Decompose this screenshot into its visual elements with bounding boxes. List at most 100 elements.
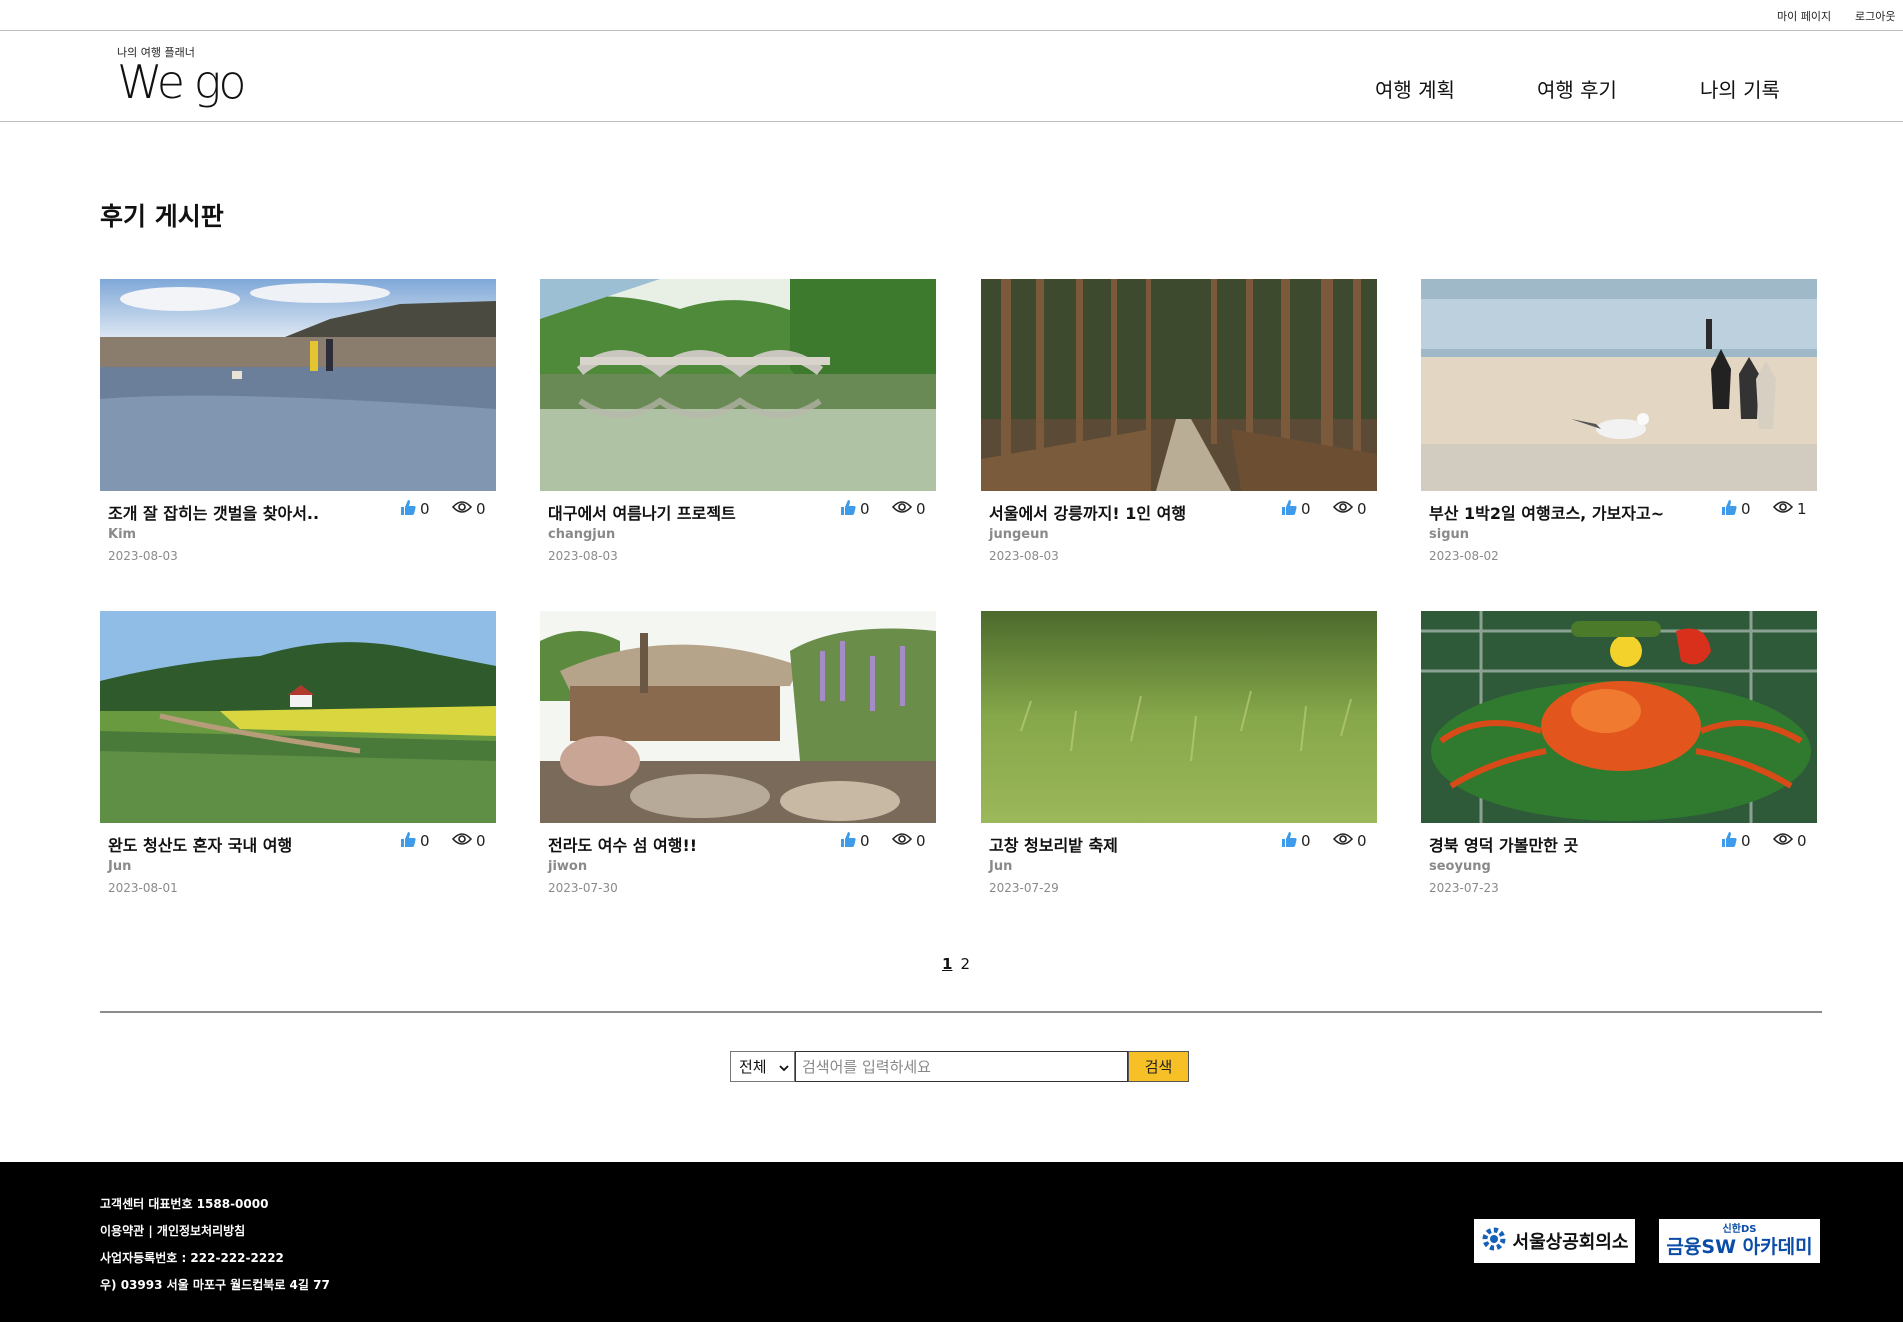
post-thumbnail[interactable]: [540, 279, 936, 491]
gear-icon: [1481, 1226, 1507, 1256]
post-date: 2023-08-01: [108, 881, 178, 895]
post-title[interactable]: 전라도 여수 섬 여행!!: [548, 832, 697, 856]
like-count[interactable]: 0: [1281, 499, 1311, 519]
eye-icon: [1332, 832, 1354, 850]
like-count-value: 0: [420, 500, 430, 518]
post-thumbnail[interactable]: [1421, 611, 1817, 823]
view-count: 0: [451, 831, 486, 851]
post-card[interactable]: 서울에서 강릉까지! 1인 여행 0 0 jungeun 2023-08-03: [981, 279, 1377, 579]
academy-name-text: 금융SW 아카데미: [1666, 1236, 1813, 1258]
eye-icon: [891, 832, 913, 850]
search-bar: 전체 검색어를 입력하세요 검색: [730, 1051, 1189, 1082]
like-count[interactable]: 0: [840, 499, 870, 519]
page-link-current[interactable]: 1: [942, 955, 952, 973]
logout-link[interactable]: 로그아웃: [1855, 8, 1895, 24]
post-thumbnail[interactable]: [540, 611, 936, 823]
chevron-down-icon: [779, 1058, 789, 1076]
post-title[interactable]: 고창 청보리밭 축제: [989, 832, 1118, 856]
post-author: jiwon: [548, 859, 588, 874]
post-card[interactable]: 완도 청산도 혼자 국내 여행 0 0 Jun 2023-08-01: [100, 611, 496, 911]
section-divider: [100, 1011, 1822, 1013]
post-title[interactable]: 서울에서 강릉까지! 1인 여행: [989, 500, 1186, 524]
page-link[interactable]: 2: [960, 955, 970, 973]
post-title[interactable]: 부산 1박2일 여행코스, 가보자고~: [1429, 500, 1664, 524]
post-card[interactable]: 부산 1박2일 여행코스, 가보자고~ 0 1 sigun 2023-08-02: [1421, 279, 1817, 579]
view-count-value: 0: [916, 500, 926, 518]
nav-travel-review[interactable]: 여행 후기: [1537, 74, 1617, 103]
view-count-value: 0: [1797, 832, 1807, 850]
post-card[interactable]: 조개 잘 잡히는 갯벌을 찾아서.. 0 0 Kim 2023-08-03: [100, 279, 496, 579]
post-card[interactable]: 고창 청보리밭 축제 0 0 Jun 2023-07-29: [981, 611, 1377, 911]
eye-icon: [1772, 500, 1794, 518]
view-count-value: 1: [1797, 500, 1807, 518]
post-author: sigun: [1429, 527, 1470, 542]
post-date: 2023-07-23: [1429, 881, 1499, 895]
eye-icon: [451, 832, 473, 850]
post-card[interactable]: 경북 영덕 가볼만한 곳 0 0 seoyung 2023-07-23: [1421, 611, 1817, 911]
view-count-value: 0: [1357, 500, 1367, 518]
like-count[interactable]: 0: [1721, 831, 1751, 851]
post-thumbnail[interactable]: [100, 279, 496, 491]
footer-customer-center: 고객센터 대표번호 1588-0000: [100, 1197, 269, 1211]
eye-icon: [891, 500, 913, 518]
search-scope-value: 전체: [739, 1058, 767, 1076]
view-count: 0: [891, 831, 926, 851]
view-count-value: 0: [476, 832, 486, 850]
thumbs-up-icon: [1281, 499, 1297, 520]
site-header: 나의 여행 플래너 We go 여행 계획 여행 후기 나의 기록: [0, 31, 1903, 122]
post-thumbnail[interactable]: [100, 611, 496, 823]
like-count[interactable]: 0: [840, 831, 870, 851]
view-count: 0: [1332, 831, 1367, 851]
like-count[interactable]: 0: [1281, 831, 1311, 851]
like-count-value: 0: [1741, 500, 1751, 518]
post-thumbnail[interactable]: [1421, 279, 1817, 491]
post-card[interactable]: 대구에서 여름나기 프로젝트 0 0 changjun 2023-08-03: [540, 279, 936, 579]
like-count[interactable]: 0: [400, 831, 430, 851]
post-title[interactable]: 조개 잘 잡히는 갯벌을 찾아서..: [108, 500, 319, 524]
post-date: 2023-08-03: [989, 549, 1059, 563]
search-button[interactable]: 검색: [1128, 1051, 1189, 1082]
seoul-chamber-text: 서울상공회의소: [1512, 1232, 1629, 1253]
post-title[interactable]: 경북 영덕 가볼만한 곳: [1429, 832, 1578, 856]
search-input[interactable]: 검색어를 입력하세요: [795, 1051, 1128, 1082]
post-author: seoyung: [1429, 859, 1491, 874]
view-count: 0: [1772, 831, 1807, 851]
utility-bar: 마이 페이지 로그아웃: [0, 0, 1903, 31]
like-count-value: 0: [860, 500, 870, 518]
like-count-value: 0: [1741, 832, 1751, 850]
post-date: 2023-08-03: [108, 549, 178, 563]
nav-travel-plan[interactable]: 여행 계획: [1375, 74, 1455, 103]
nav-my-record[interactable]: 나의 기록: [1700, 74, 1780, 103]
footer-terms-links[interactable]: 이용약관 | 개인정보처리방침: [100, 1222, 245, 1239]
post-thumbnail[interactable]: [981, 611, 1377, 823]
mypage-link[interactable]: 마이 페이지: [1777, 8, 1831, 24]
thumbs-up-icon: [840, 499, 856, 520]
view-count: 0: [891, 499, 926, 519]
search-scope-select[interactable]: 전체: [730, 1051, 795, 1082]
like-count[interactable]: 0: [400, 499, 430, 519]
view-count-value: 0: [476, 500, 486, 518]
post-date: 2023-07-30: [548, 881, 618, 895]
post-author: Jun: [989, 859, 1013, 874]
view-count-value: 0: [1357, 832, 1367, 850]
like-count[interactable]: 0: [1721, 499, 1751, 519]
like-count-value: 0: [860, 832, 870, 850]
eye-icon: [451, 500, 473, 518]
thumbs-up-icon: [400, 831, 416, 852]
post-card[interactable]: 전라도 여수 섬 여행!! 0 0 jiwon 2023-07-30: [540, 611, 936, 911]
pagination: 1 2: [942, 955, 970, 973]
post-author: Kim: [108, 527, 137, 542]
site-footer: 고객센터 대표번호 1588-0000 이용약관 | 개인정보처리방침 사업자등…: [0, 1162, 1903, 1322]
post-title[interactable]: 완도 청산도 혼자 국내 여행: [108, 832, 292, 856]
academy-logo[interactable]: 신한DS 금융SW 아카데미: [1659, 1219, 1820, 1263]
post-author: changjun: [548, 527, 616, 542]
footer-business-number: 사업자등록번호 : 222-222-2222: [100, 1251, 284, 1265]
post-author: jungeun: [989, 527, 1049, 542]
academy-sponsor-text: 신한DS: [1722, 1224, 1757, 1235]
post-thumbnail[interactable]: [981, 279, 1377, 491]
seoul-chamber-logo[interactable]: 서울상공회의소: [1474, 1219, 1635, 1263]
site-logo[interactable]: 나의 여행 플래너 We go: [117, 44, 277, 110]
like-count-value: 0: [1301, 832, 1311, 850]
thumbs-up-icon: [1721, 499, 1737, 520]
post-title[interactable]: 대구에서 여름나기 프로젝트: [548, 500, 736, 524]
